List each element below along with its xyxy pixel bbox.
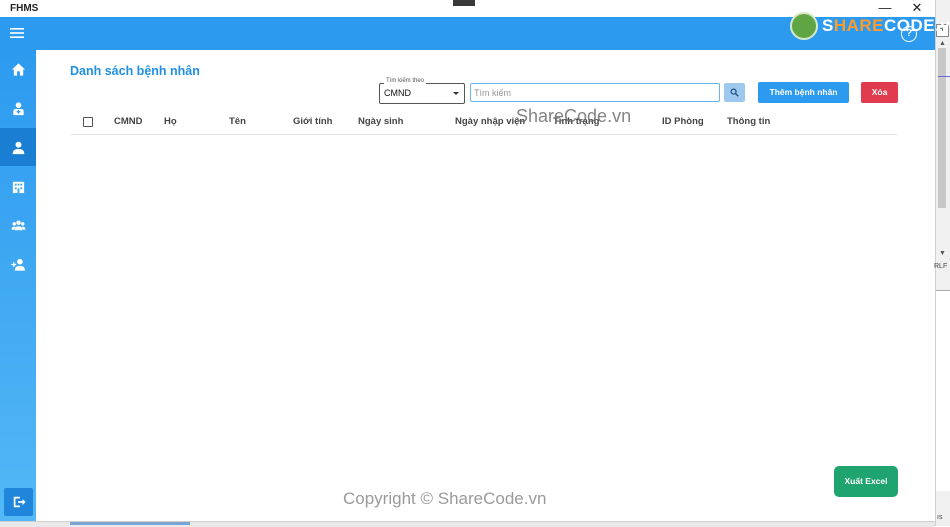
page-title: Danh sách bệnh nhân xyxy=(70,64,200,78)
watermark-copyright: Copyright © ShareCode.vn xyxy=(343,489,547,508)
sidebar-item-staff[interactable] xyxy=(0,206,36,244)
column-header-thong-tin[interactable]: Thông tin xyxy=(727,116,770,127)
column-header-ten[interactable]: Tên xyxy=(229,116,246,127)
search-input[interactable] xyxy=(470,83,720,102)
chevron-down-icon xyxy=(453,92,459,95)
column-header-ngay-sinh[interactable]: Ngày sinh xyxy=(358,116,403,127)
app-title: FHMS xyxy=(10,3,39,14)
add-user-icon xyxy=(10,258,25,271)
taskbar-accent xyxy=(70,522,190,525)
background-panel xyxy=(936,290,950,491)
sidebar-item-home[interactable] xyxy=(0,50,36,88)
logout-icon xyxy=(13,496,26,508)
add-patient-button[interactable]: Thêm bệnh nhân xyxy=(758,82,849,103)
sidebar-item-doctor[interactable] xyxy=(0,89,36,127)
home-icon xyxy=(11,62,25,76)
hamburger-icon[interactable] xyxy=(10,27,24,39)
sidebar-item-patients[interactable] xyxy=(0,128,36,166)
divider xyxy=(938,76,950,77)
search-button[interactable] xyxy=(724,83,745,102)
title-bar-decoration xyxy=(453,0,475,6)
delete-button[interactable]: Xóa xyxy=(861,82,898,103)
column-header-id-phong[interactable]: ID Phòng xyxy=(662,116,704,127)
sidebar xyxy=(0,50,36,522)
sharecode-logo-icon xyxy=(790,12,818,40)
search-by-label: Tìm kiếm theo xyxy=(384,78,427,84)
watermark-logo-text: SHARECODE.vn xyxy=(822,16,950,35)
line-ending-label: RLF xyxy=(934,263,948,270)
sidebar-item-add-user[interactable] xyxy=(0,245,36,283)
doctor-icon xyxy=(12,101,24,115)
group-icon xyxy=(10,219,26,230)
column-header-ho[interactable]: Họ xyxy=(164,116,177,127)
sidebar-item-hospital[interactable] xyxy=(0,167,36,205)
table-header: CMND Họ Tên Giới tính Ngày sinh Ngày nhậ… xyxy=(71,110,897,135)
watermark-center: ShareCode.vn xyxy=(516,106,632,126)
search-icon xyxy=(730,88,739,97)
export-excel-button[interactable]: Xuất Excel xyxy=(834,466,898,497)
column-header-gioi-tinh[interactable]: Giới tính xyxy=(293,116,332,127)
watermark-logo: SHARECODE.vn xyxy=(790,12,950,40)
scroll-down-icon[interactable]: ▼ xyxy=(939,250,946,257)
user-icon xyxy=(12,141,24,154)
logout-button[interactable] xyxy=(4,488,33,516)
building-icon xyxy=(12,181,24,193)
scroll-up-icon[interactable]: ▲ xyxy=(939,40,946,47)
column-header-cmnd[interactable]: CMND xyxy=(114,116,143,127)
column-header-ngay-nhap-vien[interactable]: Ngày nhập viện xyxy=(455,116,525,127)
search-by-select[interactable]: CMND xyxy=(379,83,465,104)
status-fragment: ıs xyxy=(937,514,943,521)
select-all-checkbox[interactable] xyxy=(83,117,93,127)
search-by-value: CMND xyxy=(384,88,411,98)
scrollbar-thumb[interactable] xyxy=(938,48,946,208)
